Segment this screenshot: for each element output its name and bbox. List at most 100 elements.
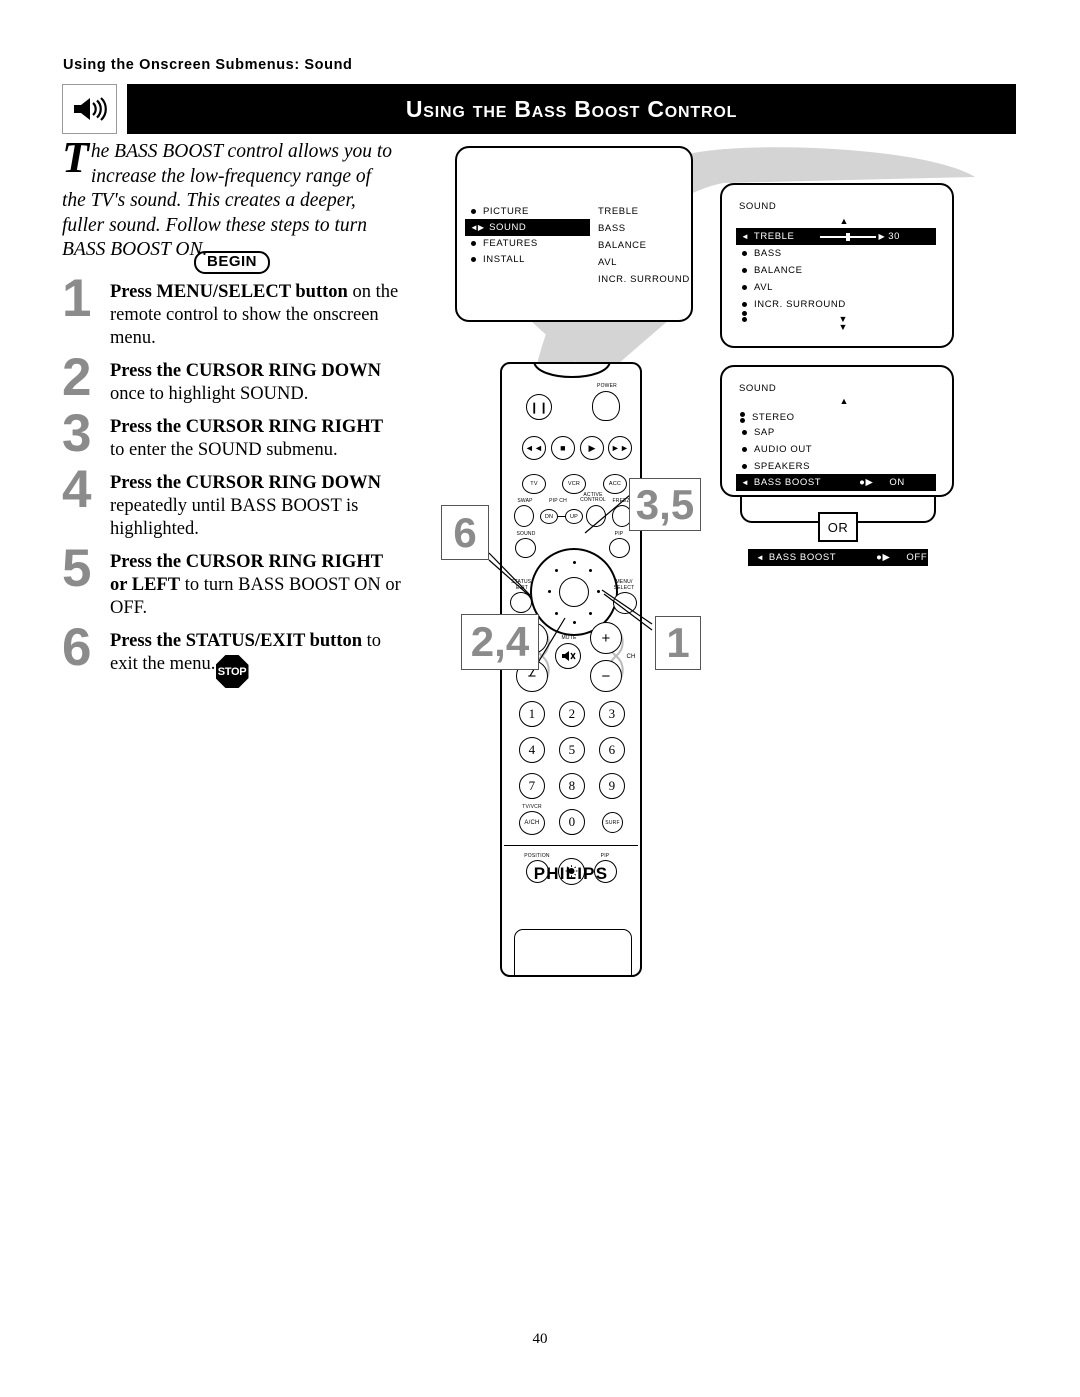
- pip-ch-up-button[interactable]: UP: [565, 509, 583, 524]
- callout-step-2-4: 2,4: [461, 614, 539, 670]
- rewind-icon: ◄◄: [524, 443, 544, 453]
- osd-item-speakers[interactable]: SPEAKERS: [742, 461, 810, 472]
- value-arrows-icon: ●▶: [859, 477, 874, 488]
- menu-select-button[interactable]: [613, 592, 637, 614]
- osd-item-balance[interactable]: BALANCE: [742, 265, 803, 276]
- pause-button[interactable]: ❙❙: [526, 394, 552, 420]
- cursor-ring-center[interactable]: [559, 577, 589, 607]
- osd-item-bass[interactable]: BASS: [742, 248, 782, 259]
- tv-vcr-label: TV/VCR: [522, 804, 542, 810]
- treble-slider[interactable]: ▶ 30: [820, 231, 900, 242]
- surf-button[interactable]: SURF: [602, 812, 623, 833]
- a-ch-button[interactable]: A/CH: [519, 811, 545, 835]
- bullet-icon: [742, 447, 747, 452]
- bullet-icon: [742, 302, 747, 307]
- active-control-label: ACTIVE CONTROL: [580, 492, 606, 503]
- osd-item-stereo[interactable]: STEREO: [740, 411, 795, 423]
- or-label: OR: [818, 512, 858, 542]
- mute-icon: [561, 651, 576, 661]
- sound-label: SOUND: [516, 531, 536, 537]
- stop-button[interactable]: ■: [551, 436, 575, 460]
- cursor-dot-left: [548, 590, 551, 593]
- step-item: 1 Press MENU/SELECT button on the remote …: [62, 272, 402, 350]
- mute-button[interactable]: [555, 643, 581, 669]
- pip-ch-label: PIP CH: [549, 498, 567, 504]
- intro-paragraph: The BASS BOOST control allows you to inc…: [62, 133, 397, 263]
- channel-down-button[interactable]: −: [590, 660, 622, 692]
- osd-item-avl[interactable]: AVL: [742, 282, 773, 293]
- callout-step-3-5: 3,5: [629, 478, 701, 531]
- step-item: 2 Press the CURSOR RING DOWN once to high…: [62, 351, 402, 406]
- key-1[interactable]: 1: [519, 701, 545, 727]
- more-items-dots-icon: [740, 412, 745, 424]
- alt-bar-value: OFF: [906, 552, 928, 563]
- key-3[interactable]: 3: [599, 701, 625, 727]
- drop-cap: T: [62, 133, 89, 182]
- brand-logo: PHILIPS: [533, 864, 609, 883]
- key-4[interactable]: 4: [519, 737, 545, 763]
- pip-button[interactable]: [609, 538, 630, 558]
- key-0[interactable]: 0: [559, 809, 585, 835]
- vcr-button[interactable]: VCR: [562, 474, 586, 494]
- plus-icon: +: [601, 629, 611, 647]
- step-number: 3: [62, 404, 92, 463]
- osd-screen-sound-submenu: SOUND ▲ ◄ TREBLE ▶ 30 BASS BALANCE AVL I…: [720, 183, 954, 348]
- key-6[interactable]: 6: [599, 737, 625, 763]
- osd-sub-treble: TREBLE: [598, 206, 639, 217]
- slider-knob[interactable]: [846, 232, 851, 241]
- osd-item-sap[interactable]: SAP: [742, 427, 775, 438]
- tv-button[interactable]: TV: [522, 474, 546, 494]
- osd-item-incr-surround[interactable]: INCR. SURROUND: [742, 299, 846, 310]
- osd-item-treble-highlighted[interactable]: ◄ TREBLE ▶ 30: [736, 228, 936, 245]
- osd-item-audio-out[interactable]: AUDIO OUT: [742, 444, 812, 455]
- osd-item-bass-boost-highlighted[interactable]: ◄ BASS BOOST ●▶ ON: [736, 474, 936, 491]
- power-button[interactable]: [592, 391, 620, 421]
- cursor-dot-up-right: [589, 569, 592, 572]
- updown-arrows-icon: ◄▶: [470, 223, 485, 232]
- bullet-icon: [742, 268, 747, 273]
- right-arrow-icon: ▶: [878, 232, 886, 241]
- scroll-up-icon: ▲: [839, 396, 849, 406]
- key-8[interactable]: 8: [559, 773, 585, 799]
- scroll-up-icon: ▲: [839, 216, 849, 226]
- status-exit-button[interactable]: [510, 592, 532, 613]
- step-number: 5: [62, 539, 92, 598]
- bullet-icon: [742, 464, 747, 469]
- step-text-bold: Press the STATUS/EXIT button: [110, 631, 363, 651]
- osd-screen-main-menu: PICTURE ◄▶ SOUND FEATURES INSTALL TREBLE …: [455, 146, 693, 322]
- bass-boost-value: ON: [889, 477, 905, 488]
- osd-item-sound-highlighted[interactable]: ◄▶ SOUND: [465, 219, 590, 236]
- play-button[interactable]: ▶: [580, 436, 604, 460]
- osd-item-features[interactable]: FEATURES: [471, 238, 538, 249]
- menu-select-label: MENU/SELECT: [613, 579, 635, 591]
- osd-screen3-title: SOUND: [739, 383, 777, 394]
- osd-bass-boost-off-bar[interactable]: ◄ BASS BOOST ●▶ OFF: [748, 549, 928, 566]
- step-item: 3 Press the CURSOR RING RIGHT to enter th…: [62, 407, 402, 462]
- swap-button[interactable]: [514, 505, 534, 527]
- key-2[interactable]: 2: [559, 701, 585, 727]
- key-7[interactable]: 7: [519, 773, 545, 799]
- value-arrows-icon: ●▶: [876, 552, 891, 563]
- acc-button[interactable]: ACC: [603, 474, 627, 494]
- step-text-rest: once to highlight SOUND.: [110, 384, 309, 404]
- running-head: Using the Onscreen Submenus: Sound: [63, 57, 353, 73]
- active-control-button[interactable]: [586, 505, 606, 527]
- pip-ch-dn-button[interactable]: DN: [540, 509, 558, 524]
- step-text-bold: Press the CURSOR RING DOWN: [110, 473, 381, 493]
- key-5[interactable]: 5: [559, 737, 585, 763]
- stop-marker: STOP: [62, 655, 402, 693]
- fast-forward-icon: ►►: [610, 443, 630, 453]
- slider-bar: [820, 232, 877, 241]
- mute-label: MUTE: [561, 635, 577, 641]
- status-exit-label: STATUS/EXIT: [511, 579, 533, 591]
- fast-forward-button[interactable]: ►►: [608, 436, 632, 460]
- minus-icon: −: [601, 667, 611, 685]
- pause-icon: ❙❙: [529, 401, 549, 414]
- battery-compartment: [514, 929, 632, 977]
- bullet-icon: [471, 257, 476, 262]
- key-9[interactable]: 9: [599, 773, 625, 799]
- rewind-button[interactable]: ◄◄: [522, 436, 546, 460]
- sound-button[interactable]: [515, 538, 536, 558]
- channel-up-button[interactable]: +: [590, 622, 622, 654]
- osd-item-install[interactable]: INSTALL: [471, 254, 525, 265]
